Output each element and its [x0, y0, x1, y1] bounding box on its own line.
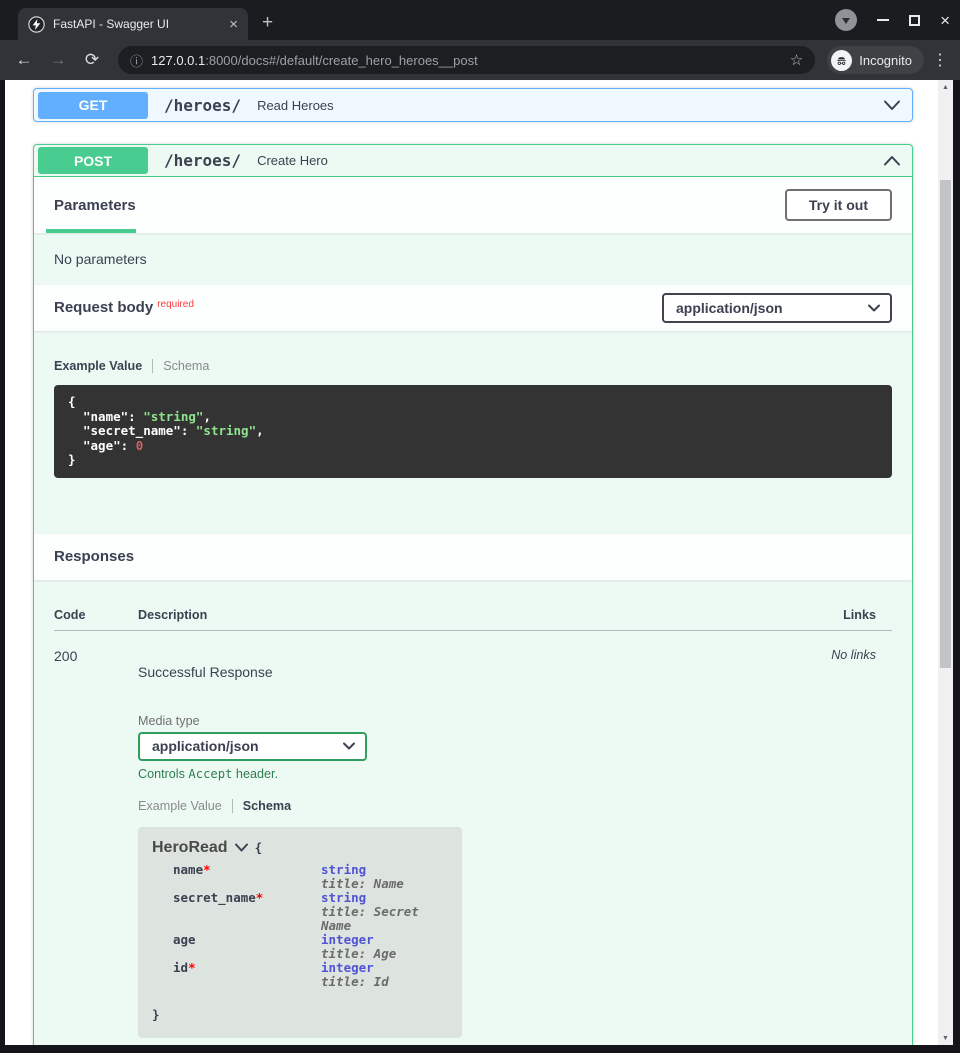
model-property: id* integertitle: Id	[173, 961, 448, 989]
accept-header-note: Controls Accept header.	[138, 767, 796, 781]
incognito-icon	[831, 50, 852, 71]
chevron-down-icon	[868, 304, 880, 312]
response-description: Successful Response	[138, 664, 796, 680]
chevron-up-icon[interactable]	[884, 155, 900, 166]
browser-tab[interactable]: FastAPI - Swagger UI ×	[18, 8, 248, 40]
response-row-200: 200 Successful Response Media type appli…	[54, 631, 892, 1038]
post-method-badge: POST	[38, 147, 148, 174]
model-open-brace: {	[255, 840, 263, 855]
tab-separator	[232, 799, 233, 813]
response-code: 200	[54, 648, 138, 1038]
get-summary-row[interactable]: GET /heroes/ Read Heroes	[34, 89, 912, 121]
request-example-code: { "name": "string", "secret_name": "stri…	[54, 385, 892, 478]
model-close-brace: }	[152, 1007, 448, 1022]
tab-parameters[interactable]: Parameters	[54, 177, 136, 233]
tab-separator	[152, 359, 153, 373]
get-method-badge: GET	[38, 92, 148, 119]
url-path: :8000/docs#/default/create_hero_heroes__…	[205, 53, 477, 68]
parameters-section-header: Parameters Try it out	[34, 177, 912, 233]
col-header-code: Code	[54, 608, 138, 622]
model-title[interactable]: HeroRead	[152, 839, 228, 857]
code-line: "name": "string",	[68, 410, 878, 425]
swagger-page: ▲ ▼ GET /heroes/ Read Heroes POST /heroe…	[5, 80, 953, 1045]
incognito-label: Incognito	[859, 53, 912, 68]
url-host: 127.0.0.1	[151, 53, 205, 68]
chevron-down-icon	[842, 18, 850, 24]
parameters-title: Parameters	[54, 197, 136, 214]
tab-schema[interactable]: Schema	[243, 799, 291, 813]
request-media-type-value: application/json	[676, 300, 783, 316]
request-body-title: Request body	[54, 299, 153, 316]
bookmark-star-icon[interactable]: ☆	[790, 51, 803, 69]
browser-toolbar: ← → ⟳ ⓘ 127.0.0.1:8000/docs#/default/cre…	[0, 40, 960, 80]
chevron-down-icon[interactable]	[884, 100, 900, 111]
required-star: *	[203, 862, 211, 877]
tab-schema[interactable]: Schema	[163, 359, 209, 373]
col-header-links: Links	[796, 608, 876, 622]
model-property: name* stringtitle: Name	[173, 863, 448, 891]
try-it-out-button[interactable]: Try it out	[785, 189, 892, 221]
opblock-post-heroes: POST /heroes/ Create Hero Parameters Try…	[33, 144, 913, 1045]
opblock-get-heroes: GET /heroes/ Read Heroes	[33, 88, 913, 122]
response-media-type-value: application/json	[152, 738, 259, 754]
required-badge: required	[157, 299, 194, 310]
response-links: No links	[796, 648, 876, 1038]
model-box-heroread: HeroRead { name* stringtitle: Name	[138, 827, 462, 1038]
request-body-area: Example Value Schema { "name": "string",…	[34, 331, 912, 534]
model-toggle-chevron-icon[interactable]	[235, 843, 248, 852]
get-summary-text: Read Heroes	[257, 98, 334, 113]
tab-example-value[interactable]: Example Value	[138, 799, 222, 813]
url-bar[interactable]: ⓘ 127.0.0.1:8000/docs#/default/create_he…	[118, 46, 815, 74]
browser-menu-icon[interactable]: ⋮	[930, 50, 950, 70]
fastapi-favicon-icon	[28, 16, 45, 33]
browser-chevron-button[interactable]	[835, 9, 857, 31]
code-line: {	[68, 395, 878, 410]
url-text[interactable]: 127.0.0.1:8000/docs#/default/create_hero…	[151, 53, 782, 68]
request-media-type-select[interactable]: application/json	[662, 293, 892, 323]
request-body-section-header: Request body required application/json	[34, 285, 912, 331]
media-type-label: Media type	[138, 714, 796, 728]
code-line: "age": 0	[68, 439, 878, 454]
responses-table-header: Code Description Links	[54, 608, 892, 631]
maximize-button[interactable]	[909, 15, 920, 26]
tab-example-value[interactable]: Example Value	[54, 359, 142, 373]
tab-title: FastAPI - Swagger UI	[53, 17, 221, 31]
required-star: *	[188, 960, 196, 975]
minimize-button[interactable]	[877, 19, 889, 21]
page-scrollbar[interactable]: ▲ ▼	[938, 80, 953, 1045]
post-path: /heroes/	[164, 151, 241, 170]
code-line: "secret_name": "string",	[68, 424, 878, 439]
browser-tab-strip: FastAPI - Swagger UI × + ×	[0, 0, 960, 40]
required-star: *	[256, 890, 264, 905]
reload-button[interactable]: ⟳	[78, 50, 106, 70]
model-property: secret_name* stringtitle: Secret Name	[173, 891, 448, 933]
chevron-down-icon	[343, 742, 355, 750]
responses-area: Code Description Links 200 Successful Re…	[34, 580, 912, 1046]
post-summary-text: Create Hero	[257, 153, 328, 168]
site-info-icon[interactable]: ⓘ	[130, 51, 143, 70]
get-path: /heroes/	[164, 96, 241, 115]
window-close-button[interactable]: ×	[940, 12, 950, 29]
new-tab-button[interactable]: +	[262, 12, 273, 34]
tab-close-icon[interactable]: ×	[229, 17, 238, 32]
code-line: }	[68, 453, 878, 468]
scroll-up-icon[interactable]: ▲	[938, 80, 953, 94]
scrollbar-thumb[interactable]	[940, 180, 951, 668]
responses-section-header: Responses	[34, 534, 912, 580]
col-header-description: Description	[138, 608, 796, 622]
scroll-down-icon[interactable]: ▼	[938, 1031, 953, 1045]
incognito-badge: Incognito	[827, 46, 924, 74]
post-summary-row[interactable]: POST /heroes/ Create Hero	[34, 145, 912, 177]
responses-title: Responses	[54, 548, 134, 565]
no-parameters-text: No parameters	[34, 233, 912, 285]
back-button[interactable]: ←	[10, 50, 38, 70]
response-media-type-select[interactable]: application/json	[138, 732, 367, 761]
forward-button[interactable]: →	[44, 50, 72, 70]
model-property: age integertitle: Age	[173, 933, 448, 961]
